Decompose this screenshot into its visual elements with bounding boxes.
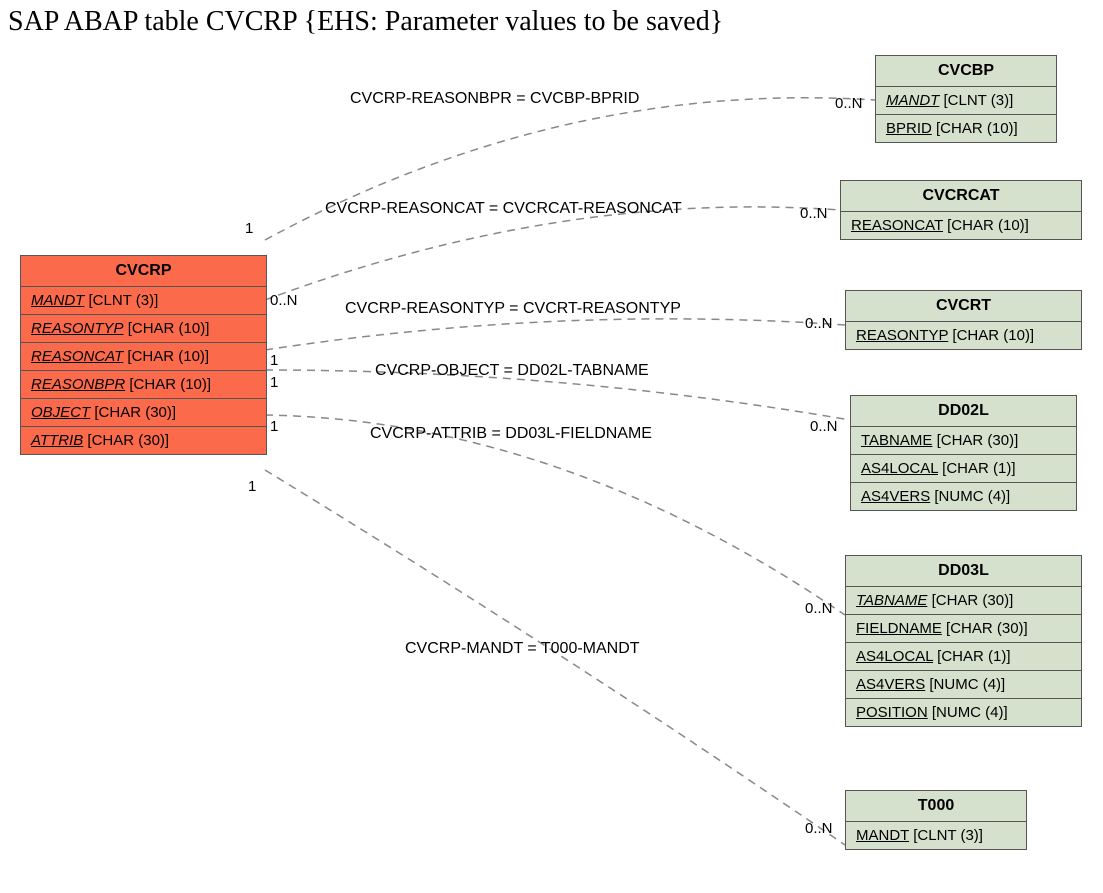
page-title: SAP ABAP table CVCRP {EHS: Parameter val…: [8, 6, 723, 38]
relation-label: CVCRP-REASONTYP = CVCRT-REASONTYP: [345, 300, 681, 318]
table-cvcbp-header: CVCBP: [876, 56, 1056, 87]
relation-label: CVCRP-ATTRIB = DD03L-FIELDNAME: [370, 425, 652, 443]
table-row: REASONCAT [CHAR (10)]: [21, 343, 266, 371]
table-row: FIELDNAME [CHAR (30)]: [846, 615, 1081, 643]
table-cvcrcat: CVCRCAT REASONCAT [CHAR (10)]: [840, 180, 1082, 240]
cardinality: 0..N: [805, 315, 833, 332]
cardinality: 1: [248, 478, 256, 495]
cardinality: 0..N: [805, 600, 833, 617]
relation-label: CVCRP-OBJECT = DD02L-TABNAME: [375, 362, 649, 380]
cardinality: 1: [270, 374, 278, 391]
table-cvcrp-header: CVCRP: [21, 256, 266, 287]
table-row: POSITION [NUMC (4)]: [846, 699, 1081, 726]
table-cvcrp: CVCRP MANDT [CLNT (3)] REASONTYP [CHAR (…: [20, 255, 267, 455]
table-cvcrt-header: CVCRT: [846, 291, 1081, 322]
cardinality: 0..N: [270, 292, 298, 309]
table-row: AS4VERS [NUMC (4)]: [851, 483, 1076, 510]
table-row: TABNAME [CHAR (30)]: [851, 427, 1076, 455]
table-row: OBJECT [CHAR (30)]: [21, 399, 266, 427]
table-dd02l-header: DD02L: [851, 396, 1076, 427]
table-row: MANDT [CLNT (3)]: [846, 822, 1026, 849]
table-cvcrcat-header: CVCRCAT: [841, 181, 1081, 212]
cardinality: 1: [245, 220, 253, 237]
relation-label: CVCRP-REASONCAT = CVCRCAT-REASONCAT: [325, 200, 682, 218]
cardinality: 0..N: [810, 418, 838, 435]
cardinality: 0..N: [800, 205, 828, 222]
table-t000: T000 MANDT [CLNT (3)]: [845, 790, 1027, 850]
table-cvcbp: CVCBP MANDT [CLNT (3)] BPRID [CHAR (10)]: [875, 55, 1057, 143]
table-row: MANDT [CLNT (3)]: [876, 87, 1056, 115]
relation-label: CVCRP-REASONBPR = CVCBP-BPRID: [350, 90, 639, 108]
cardinality: 0..N: [835, 95, 863, 112]
table-row: TABNAME [CHAR (30)]: [846, 587, 1081, 615]
table-row: MANDT [CLNT (3)]: [21, 287, 266, 315]
table-dd03l-header: DD03L: [846, 556, 1081, 587]
table-row: AS4LOCAL [CHAR (1)]: [846, 643, 1081, 671]
table-row: AS4LOCAL [CHAR (1)]: [851, 455, 1076, 483]
table-row: BPRID [CHAR (10)]: [876, 115, 1056, 142]
table-row: REASONTYP [CHAR (10)]: [21, 315, 266, 343]
table-dd03l: DD03L TABNAME [CHAR (30)] FIELDNAME [CHA…: [845, 555, 1082, 727]
relation-label: CVCRP-MANDT = T000-MANDT: [405, 640, 640, 658]
table-row: ATTRIB [CHAR (30)]: [21, 427, 266, 454]
table-t000-header: T000: [846, 791, 1026, 822]
table-dd02l: DD02L TABNAME [CHAR (30)] AS4LOCAL [CHAR…: [850, 395, 1077, 511]
cardinality: 0..N: [805, 820, 833, 837]
table-cvcrt: CVCRT REASONTYP [CHAR (10)]: [845, 290, 1082, 350]
cardinality: 1: [270, 352, 278, 369]
table-row: REASONCAT [CHAR (10)]: [841, 212, 1081, 239]
cardinality: 1: [270, 418, 278, 435]
table-row: REASONTYP [CHAR (10)]: [846, 322, 1081, 349]
table-row: AS4VERS [NUMC (4)]: [846, 671, 1081, 699]
table-row: REASONBPR [CHAR (10)]: [21, 371, 266, 399]
